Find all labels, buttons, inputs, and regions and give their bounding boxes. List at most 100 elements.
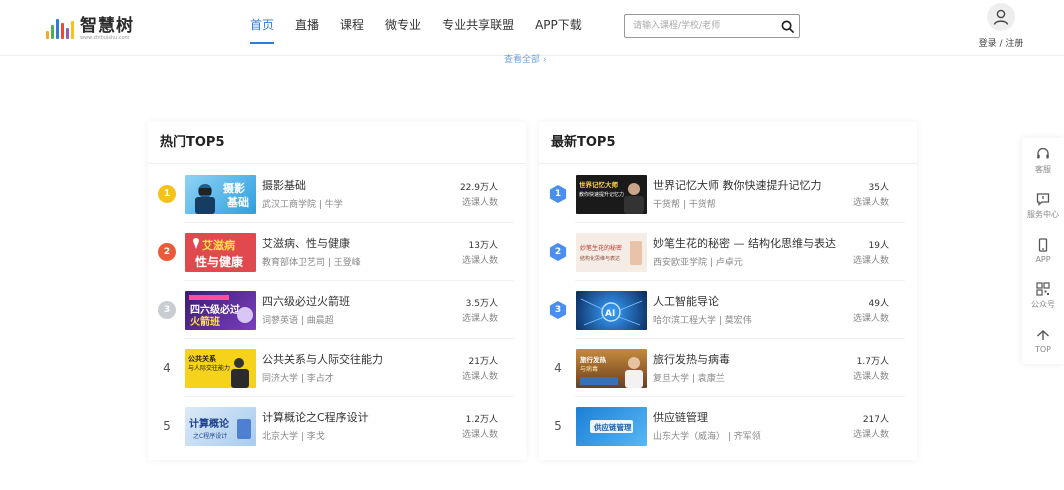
headset-icon: [1037, 147, 1049, 158]
enroll-count-label: 选课人数: [852, 372, 889, 382]
view-all-link[interactable]: 查看全部 ›: [504, 52, 546, 65]
search-box: [624, 14, 800, 38]
list-item[interactable]: 2 妙笔生花的秘密 结构化思维与表达 妙笔生花的秘密 — 结构化思维与表达 西安…: [539, 223, 917, 281]
course-title[interactable]: 供应链管理: [653, 409, 708, 425]
search-icon: [781, 20, 794, 33]
svg-text:与人际交往能力: 与人际交往能力: [188, 364, 230, 372]
top-header: 智慧树 www.zhihuishu.com 首页 直播 课程 微专业 专业共享联…: [0, 0, 1064, 56]
enroll-count: 21万人: [468, 357, 498, 367]
svg-text:摄影: 摄影: [223, 181, 245, 195]
course-thumbnail[interactable]: 世界记忆大师 教你快速提升记忆力: [576, 175, 647, 214]
course-title[interactable]: 妙笔生花的秘密 — 结构化思维与表达: [653, 235, 836, 251]
list-item[interactable]: 1 摄影 基础 摄影基础 武汉工商学院 | 牛学 22.9万人 选课人数: [148, 165, 526, 223]
course-thumbnail[interactable]: 旅行发热 与病毒: [576, 349, 647, 388]
hot-top5-panel: 热门TOP5 1 摄影 基础 摄影基础 武汉工商学院 | 牛学 22.9万人 选…: [148, 122, 526, 460]
svg-text:妙笔生花的秘密: 妙笔生花的秘密: [580, 244, 622, 252]
enroll-count-label: 选课人数: [852, 430, 889, 440]
enroll-count-label: 选课人数: [852, 314, 889, 324]
course-meta: 北京大学 | 李戈: [262, 432, 325, 442]
course-thumbnail[interactable]: 公共关系 与人际交往能力: [185, 349, 256, 388]
nav-alliance[interactable]: 专业共享联盟: [442, 0, 514, 50]
enroll-count-label: 选课人数: [461, 430, 498, 440]
nav-courses[interactable]: 课程: [340, 0, 364, 50]
svg-text:性与健康: 性与健康: [194, 254, 244, 269]
course-thumbnail[interactable]: 供应链管理: [576, 407, 647, 446]
course-thumbnail[interactable]: 艾滋病 性与健康: [185, 233, 256, 272]
rank-number: 4: [554, 361, 562, 375]
nav-app-download[interactable]: APP下载: [535, 0, 582, 50]
avatar[interactable]: [987, 3, 1015, 31]
user-icon: [993, 9, 1009, 25]
course-meta: 同济大学 | 李占才: [262, 374, 334, 384]
sidebar-back-to-top[interactable]: TOP: [1022, 318, 1064, 363]
course-thumbnail[interactable]: AI: [576, 291, 647, 330]
enroll-count: 13万人: [468, 241, 498, 251]
floating-sidebar: 客服 服务中心 APP 公众号 TOP: [1022, 138, 1064, 364]
sidebar-label: 公众号: [1031, 299, 1055, 309]
enroll-count: 35人: [868, 183, 889, 193]
course-thumbnail[interactable]: 计算概论 之C程序设计: [185, 407, 256, 446]
course-thumbnail[interactable]: 摄影 基础: [185, 175, 256, 214]
logo-subtext: www.zhihuishu.com: [80, 34, 130, 41]
list-item[interactable]: 3 四六级必过 火箭班 四六级必过火箭班 词蓼英语 | 曲晨超 3.5万人 选课…: [148, 281, 526, 339]
svg-text:计算概论: 计算概论: [189, 417, 230, 430]
search-input[interactable]: [625, 16, 775, 36]
list-item[interactable]: 4 旅行发热 与病毒 旅行发热与病毒 复旦大学 | 袁康兰 1.7万人 选课人数: [539, 339, 917, 397]
sidebar-wechat-official[interactable]: 公众号: [1022, 273, 1064, 318]
sidebar-app[interactable]: APP: [1022, 228, 1064, 273]
sidebar-customer-service[interactable]: 客服: [1022, 138, 1064, 183]
svg-text:旅行发热: 旅行发热: [580, 355, 607, 364]
sidebar-label: TOP: [1034, 344, 1051, 354]
course-title[interactable]: 旅行发热与病毒: [653, 351, 730, 367]
enroll-count-label: 选课人数: [852, 198, 889, 208]
svg-text:供应链管理: 供应链管理: [593, 422, 632, 432]
list-item[interactable]: 5 计算概论 之C程序设计 计算概论之C程序设计 北京大学 | 李戈 1.2万人…: [148, 397, 526, 455]
list-item[interactable]: 5 供应链管理 供应链管理 山东大学（威海） | 齐军领 217人 选课人数: [539, 397, 917, 455]
course-meta: 干货帮 | 干货帮: [653, 200, 716, 210]
nav-micro-major[interactable]: 微专业: [385, 0, 421, 50]
rank-number: 4: [163, 361, 171, 375]
list-item[interactable]: 4 公共关系 与人际交往能力 公共关系与人际交往能力 同济大学 | 李占才 21…: [148, 339, 526, 397]
login-register-link[interactable]: 登录 / 注册: [976, 36, 1026, 49]
user-area[interactable]: 登录 / 注册: [976, 3, 1026, 49]
course-title[interactable]: 人工智能导论: [653, 293, 719, 309]
enroll-count-label: 选课人数: [461, 372, 498, 382]
sidebar-service-center[interactable]: 服务中心: [1022, 183, 1064, 228]
course-title[interactable]: 艾滋病、性与健康: [262, 235, 350, 251]
course-title[interactable]: 四六级必过火箭班: [262, 293, 350, 309]
sidebar-label: 服务中心: [1027, 209, 1059, 219]
arrow-up-icon: [1037, 329, 1049, 340]
search-button[interactable]: [775, 15, 799, 37]
qrcode-icon: [1036, 281, 1050, 296]
nav-live[interactable]: 直播: [295, 0, 319, 50]
latest-top5-panel: 最新TOP5 1 世界记忆大师 教你快速提升记忆力 世界记忆大师 教你快速提升记…: [539, 122, 917, 460]
course-title[interactable]: 摄影基础: [262, 177, 306, 193]
course-meta: 武汉工商学院 | 牛学: [262, 200, 343, 210]
svg-text:基础: 基础: [226, 195, 249, 209]
course-title[interactable]: 公共关系与人际交往能力: [262, 351, 383, 367]
course-thumbnail[interactable]: 四六级必过 火箭班: [185, 291, 256, 330]
svg-text:世界记忆大师: 世界记忆大师: [579, 180, 619, 189]
logo-bars-icon: [46, 17, 74, 39]
course-title[interactable]: 世界记忆大师 教你快速提升记忆力: [653, 177, 822, 193]
sidebar-label: 客服: [1035, 164, 1051, 174]
course-meta: 山东大学（威海） | 齐军领: [653, 432, 761, 442]
list-item[interactable]: 2 艾滋病 性与健康 艾滋病、性与健康 教育部体卫艺司 | 王登峰 13万人 选…: [148, 223, 526, 281]
enroll-count: 3.5万人: [465, 299, 498, 309]
main-nav: 首页 直播 课程 微专业 专业共享联盟 APP下载: [250, 0, 603, 56]
course-title[interactable]: 计算概论之C程序设计: [262, 409, 369, 425]
panel-title: 最新TOP5: [539, 122, 917, 164]
course-meta: 西安欧亚学院 | 卢卓元: [653, 258, 743, 268]
site-logo[interactable]: 智慧树 www.zhihuishu.com: [46, 14, 134, 42]
list-item[interactable]: 1 世界记忆大师 教你快速提升记忆力 世界记忆大师 教你快速提升记忆力 干货帮 …: [539, 165, 917, 223]
course-thumbnail[interactable]: 妙笔生花的秘密 结构化思维与表达: [576, 233, 647, 272]
course-meta: 教育部体卫艺司 | 王登峰: [262, 258, 361, 268]
nav-home[interactable]: 首页: [250, 0, 275, 50]
enroll-count-label: 选课人数: [852, 256, 889, 266]
gold-medal-icon: 1: [158, 185, 176, 203]
list-item[interactable]: 3 AI 人工智能导论 哈尔滨工程大学 | 莫宏伟 49人 选课人数: [539, 281, 917, 339]
panel-title: 热门TOP5: [148, 122, 526, 164]
enroll-count: 22.9万人: [459, 183, 498, 193]
course-meta: 词蓼英语 | 曲晨超: [262, 316, 334, 326]
hexagon-rank-icon: 2: [549, 243, 567, 261]
